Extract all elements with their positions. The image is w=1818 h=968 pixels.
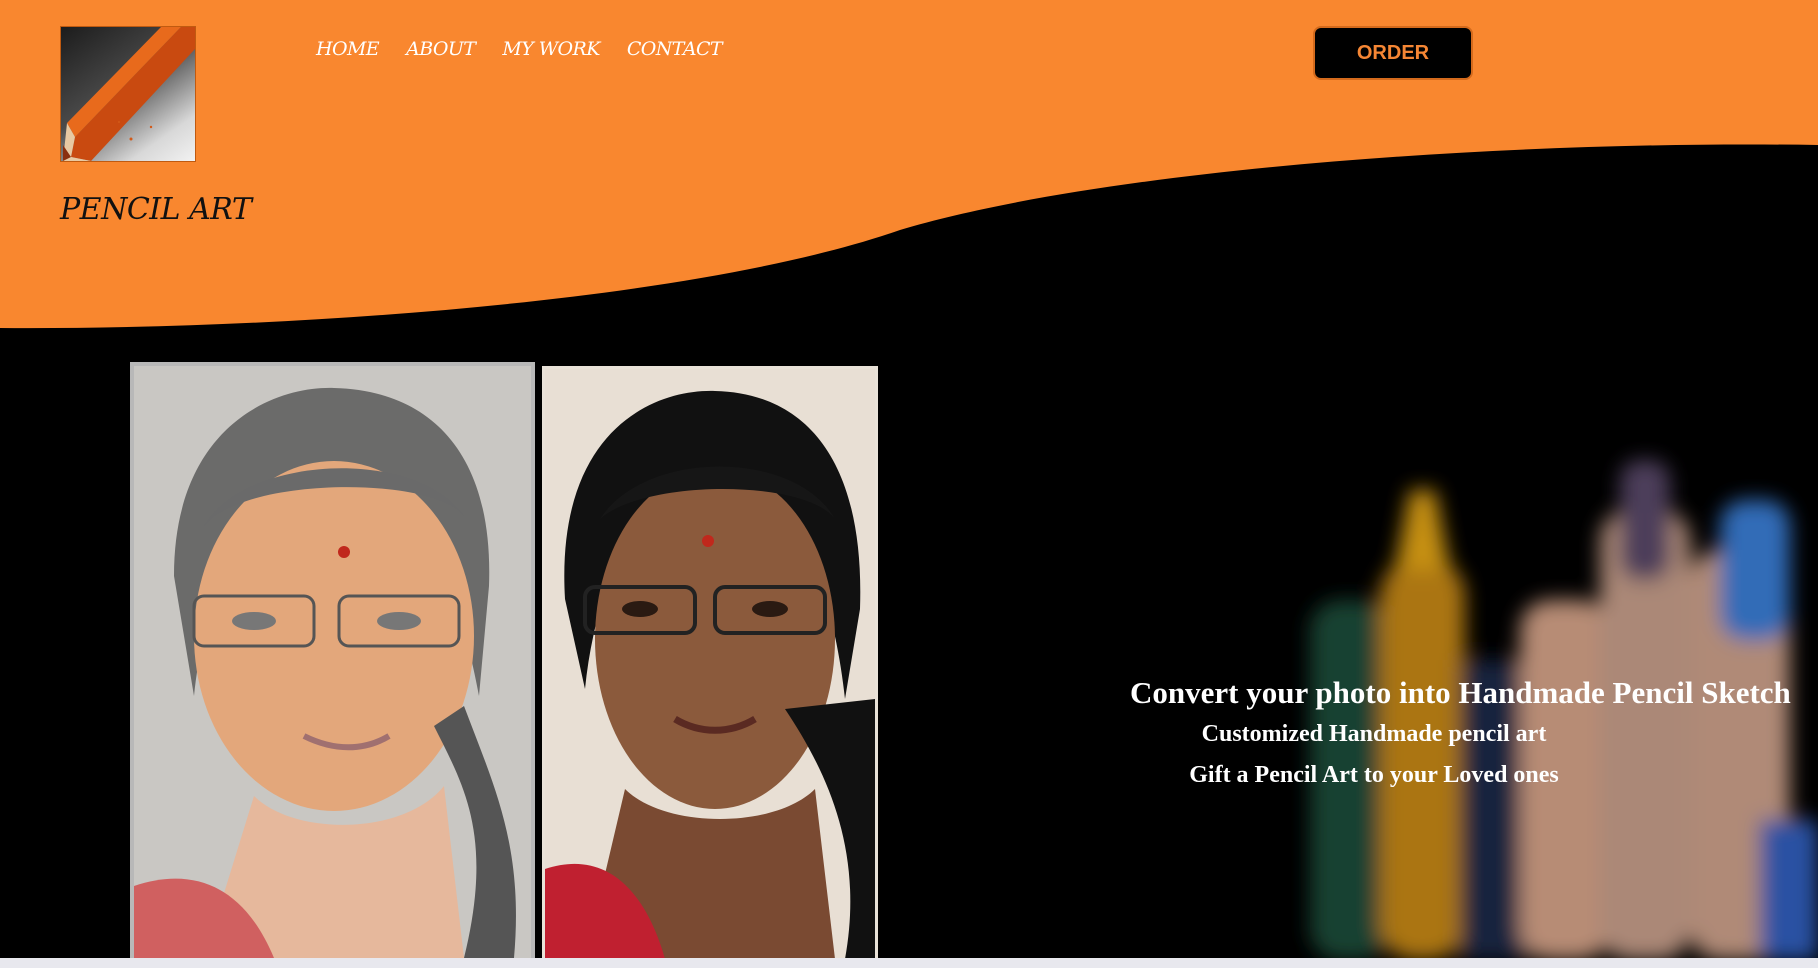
hero-headline: Convert your photo into Handmade Pencil … — [1130, 675, 1791, 710]
pencil-tip-icon — [63, 27, 195, 161]
hero-tagline: Convert your photo into Handmade Pencil … — [1080, 670, 1818, 798]
brand-title: PENCIL ART — [60, 192, 252, 227]
main-nav: HOME ABOUT MY WORK CONTACT — [316, 38, 723, 60]
portrait-photo — [542, 366, 878, 962]
bottom-edge-bar — [0, 958, 1818, 968]
nav-home[interactable]: HOME — [316, 38, 380, 60]
pencil-sketch-image — [130, 362, 535, 962]
header-wave-background — [0, 0, 1818, 329]
hero-subheadline: Customized Handmade pencil art — [1201, 721, 1547, 747]
pencil-logo[interactable] — [60, 26, 196, 162]
order-button[interactable]: ORDER — [1313, 26, 1473, 80]
nav-my-work[interactable]: MY WORK — [502, 38, 600, 60]
hero-gift-line: Gift a Pencil Art to your Loved ones — [1189, 762, 1559, 788]
nav-contact[interactable]: CONTACT — [627, 38, 723, 60]
nav-about[interactable]: ABOUT — [406, 38, 476, 60]
